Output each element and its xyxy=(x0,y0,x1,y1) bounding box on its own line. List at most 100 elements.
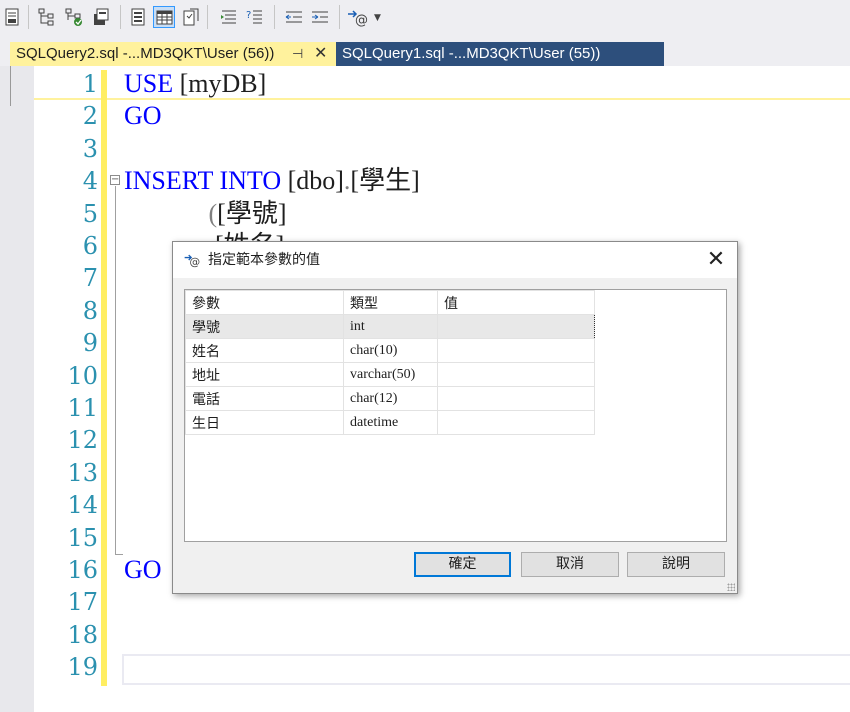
line-number: 16 xyxy=(67,556,98,584)
column-header-type: 類型 xyxy=(343,290,438,315)
tab-sqlquery1[interactable]: SQLQuery1.sql -...MD3QKT\User (55)) xyxy=(336,42,664,66)
line-number: 17 xyxy=(67,588,98,617)
svg-text:@: @ xyxy=(190,256,201,269)
line-number: 14 xyxy=(67,491,98,520)
line-number: 1 xyxy=(82,70,98,98)
code-line: USE [myDB] xyxy=(124,68,266,100)
table-row[interactable]: 生日 datetime xyxy=(185,410,595,435)
change-tracking-bar xyxy=(101,70,107,686)
line-number: 4 xyxy=(82,167,98,196)
close-dialog-icon[interactable]: ✕ xyxy=(701,244,731,276)
line-number: 2 xyxy=(82,102,98,131)
cancel-button[interactable]: 取消 xyxy=(521,552,619,577)
toolbar: ? @ ▼ xyxy=(0,0,850,35)
resize-grip-icon[interactable] xyxy=(727,583,735,591)
specify-template-parameters-icon[interactable]: @ xyxy=(346,6,368,28)
param-name: 生日 xyxy=(185,410,344,435)
code-token: GO xyxy=(124,101,162,131)
document-tabs: SQLQuery2.sql -...MD3QKT\User (56)) ⊣ ✕ … xyxy=(0,34,850,100)
param-type: varchar(50) xyxy=(343,362,438,387)
include-stats-icon[interactable] xyxy=(63,6,85,28)
toolbar-overflow-icon[interactable]: ▼ xyxy=(374,13,381,23)
margin-marker xyxy=(10,66,11,106)
display-plan-icon[interactable] xyxy=(36,6,58,28)
param-value-input[interactable] xyxy=(437,410,595,435)
param-type: char(10) xyxy=(343,338,438,363)
close-tab-icon[interactable]: ✕ xyxy=(314,42,327,66)
line-number: 18 xyxy=(67,620,98,649)
code-line: GO xyxy=(124,100,162,132)
param-name: 姓名 xyxy=(185,338,344,363)
dialog-title-bar: @ 指定範本參數的值 ✕ xyxy=(173,242,737,278)
svg-text:?: ? xyxy=(246,10,251,21)
line-number: 13 xyxy=(67,458,98,487)
results-to-grid-icon[interactable] xyxy=(153,6,175,28)
increase-indent-icon[interactable] xyxy=(309,6,331,28)
uncomment-icon[interactable]: ? xyxy=(244,6,266,28)
parse-icon[interactable] xyxy=(180,6,202,28)
param-name: 電話 xyxy=(185,386,344,411)
code-token: USE xyxy=(124,69,174,98)
ok-button[interactable]: 確定 xyxy=(414,552,511,577)
comment-icon[interactable] xyxy=(218,6,240,28)
line-number-gutter: 1 2 3 4 5 6 7 8 9 10 11 12 13 14 15 16 17 18 19 xyxy=(34,66,100,712)
code-line: INSERT INTO [dbo].[學生] xyxy=(124,165,420,197)
line-number: 12 xyxy=(67,426,98,455)
query-options-icon[interactable] xyxy=(90,6,112,28)
collapse-icon[interactable]: − xyxy=(110,175,120,185)
line-number: 5 xyxy=(82,199,98,228)
param-value-input[interactable] xyxy=(437,386,595,411)
param-name: 地址 xyxy=(185,362,344,387)
param-type: int xyxy=(343,314,438,339)
svg-text:@: @ xyxy=(355,13,368,28)
line-number: 6 xyxy=(82,232,98,260)
column-header-value: 值 xyxy=(437,290,595,315)
dialog-title: 指定範本參數的值 xyxy=(208,252,320,268)
code-token: INSERT xyxy=(124,166,213,196)
tab-label: SQLQuery1.sql -...MD3QKT\User (55)) xyxy=(342,45,601,62)
code-line: ([學號] xyxy=(124,198,287,230)
table-row[interactable]: 姓名 char(10) xyxy=(185,338,595,363)
tab-sqlquery2[interactable]: SQLQuery2.sql -...MD3QKT\User (56)) ⊣ ✕ xyxy=(10,42,336,66)
editor-left-margin xyxy=(0,66,34,712)
template-parameters-icon: @ xyxy=(184,254,201,269)
code-token: ( xyxy=(208,198,218,228)
fold-guide xyxy=(115,186,116,554)
line-number: 8 xyxy=(82,296,98,325)
grid-header-row: 參數 類型 值 xyxy=(185,290,595,315)
pin-icon[interactable]: ⊣ xyxy=(292,42,303,66)
column-header-parameter: 參數 xyxy=(185,290,344,315)
table-row[interactable]: 學號 int xyxy=(185,314,595,339)
help-button[interactable]: 說明 xyxy=(627,552,725,577)
fold-guide-end xyxy=(115,554,123,555)
line-number: 7 xyxy=(82,264,98,293)
code-token: GO xyxy=(124,555,162,584)
line-number: 9 xyxy=(82,329,98,358)
line-number: 15 xyxy=(67,523,98,552)
results-to-text-icon[interactable] xyxy=(1,6,23,28)
code-token: INTO xyxy=(219,166,282,196)
param-type: datetime xyxy=(343,410,438,435)
line-number: 10 xyxy=(67,361,98,390)
param-type: char(12) xyxy=(343,386,438,411)
table-row[interactable]: 電話 char(12) xyxy=(185,386,595,411)
parameters-grid: 參數 類型 值 學號 int 姓名 char(10) 地址 varchar(50… xyxy=(184,289,727,542)
code-line: GO xyxy=(124,554,162,586)
results-to-file-icon[interactable] xyxy=(127,6,149,28)
template-parameters-dialog: @ 指定範本參數的值 ✕ 參數 類型 值 學號 int 姓名 char(10) … xyxy=(172,241,738,594)
line-number: 11 xyxy=(67,394,98,422)
param-value-input[interactable] xyxy=(437,314,595,339)
code-token: [學號] xyxy=(217,198,287,228)
code-token: [學生] xyxy=(350,166,420,196)
code-token: [myDB] xyxy=(173,69,267,98)
table-row[interactable]: 地址 varchar(50) xyxy=(185,362,595,387)
decrease-indent-icon[interactable] xyxy=(283,6,305,28)
code-token: [dbo] xyxy=(281,166,344,196)
param-name: 學號 xyxy=(185,314,344,339)
line-number: 3 xyxy=(82,134,98,163)
param-value-input[interactable] xyxy=(437,338,595,363)
param-value-input[interactable] xyxy=(437,362,595,387)
line-number: 19 xyxy=(67,653,98,682)
tab-label: SQLQuery2.sql -...MD3QKT\User (56)) xyxy=(16,45,275,62)
